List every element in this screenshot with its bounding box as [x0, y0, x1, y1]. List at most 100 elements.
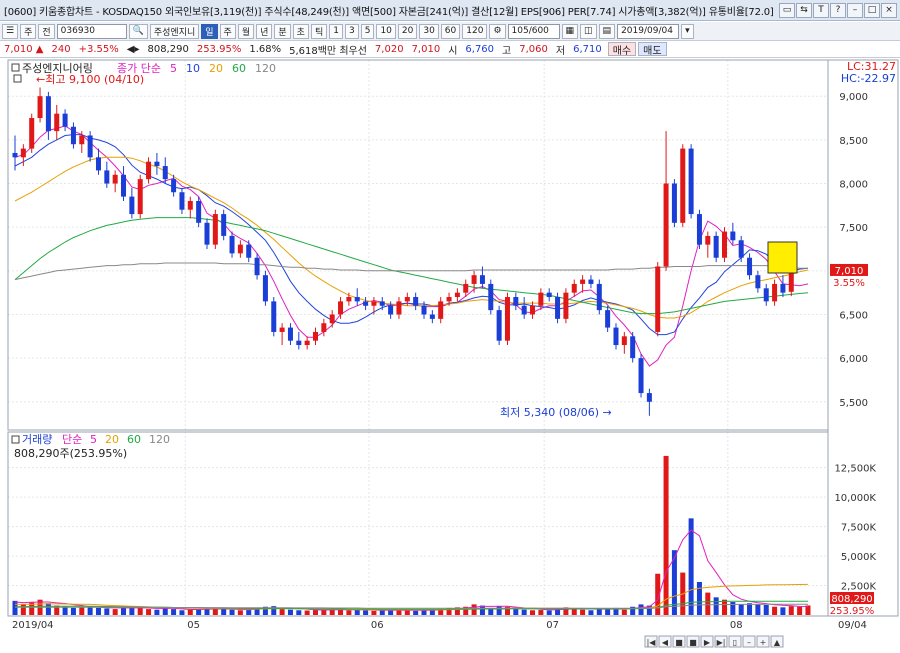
nav-control-icon[interactable]: ▶| [717, 638, 726, 647]
candle-body [379, 301, 385, 306]
interval-30-button[interactable]: 30 [419, 23, 439, 39]
nav-control-icon[interactable]: – [747, 638, 751, 647]
buy-button[interactable]: 매수 [607, 42, 637, 57]
candle-body [371, 301, 377, 306]
text-icon[interactable]: T [813, 2, 829, 18]
ma-legend-20: 20 [209, 62, 223, 75]
candle-body [688, 148, 694, 215]
period-second-button[interactable]: 초 [292, 23, 309, 39]
low-label: 저 [555, 45, 566, 57]
candle-body [329, 314, 335, 324]
candle-body [37, 96, 43, 119]
price-tick-label: 6,500 [839, 310, 868, 321]
volume-bar [204, 608, 210, 615]
candle-body [87, 135, 93, 158]
maximize-icon[interactable]: □ [864, 2, 880, 18]
candle-body [237, 244, 243, 254]
interval-20-button[interactable]: 20 [397, 23, 418, 39]
prev-button[interactable]: 전 [38, 23, 55, 39]
list-icon[interactable]: ☰ [2, 23, 19, 39]
market-select[interactable]: 주 [20, 23, 37, 39]
chart-type-icon[interactable]: ◫ [580, 23, 597, 39]
interval-60-button[interactable]: 60 [440, 23, 461, 39]
help-icon[interactable]: ? [830, 2, 846, 18]
trade-amount: 5,618백만 최우선 [289, 45, 367, 57]
volume-bar [121, 607, 127, 615]
candle-body [705, 235, 711, 245]
volume-ma-legend-5: 5 [90, 433, 97, 446]
volume-bar [763, 604, 769, 615]
candle-body [12, 152, 18, 158]
period-year-button[interactable]: 년 [256, 23, 273, 39]
nav-control-icon[interactable]: |◀ [647, 638, 657, 647]
candle-body [121, 174, 127, 197]
nav-control-icon[interactable]: ■ [689, 638, 697, 647]
volume-bar [45, 603, 51, 615]
sound-icon[interactable]: ◀▸ [123, 44, 144, 55]
period-minute-button[interactable]: 분 [274, 23, 291, 39]
date-input[interactable]: 2019/09/04 [617, 23, 680, 39]
calendar-icon[interactable]: ▤ [598, 23, 616, 39]
period-tick-button[interactable]: 틱 [310, 23, 328, 39]
volume-bar [79, 607, 85, 615]
code-input[interactable]: 036930 [56, 23, 127, 39]
candle-body [780, 283, 786, 293]
nav-control-icon[interactable]: ▲ [774, 638, 781, 647]
candle-body [721, 231, 728, 258]
candle-body [246, 244, 252, 258]
candle-body [755, 275, 761, 289]
interval-5-button[interactable]: 5 [360, 23, 375, 39]
link-icon[interactable]: ⇆ [796, 2, 812, 18]
volume-bar [237, 610, 243, 615]
nav-control-icon[interactable]: ■ [675, 638, 683, 647]
volume-bar [279, 609, 285, 615]
price-change-pct: +3.55% [78, 43, 119, 55]
volume-bar [788, 606, 794, 615]
highlight-box[interactable] [767, 241, 798, 274]
volume-bar [304, 610, 310, 615]
nav-control-icon[interactable]: + [760, 638, 767, 647]
volume-tick-label: 12,500K [834, 464, 876, 475]
search-icon[interactable]: 🔍 [128, 23, 148, 39]
candle-body [421, 305, 427, 315]
candle-body [29, 118, 35, 149]
nav-control-icon[interactable]: ▶ [704, 638, 711, 647]
minimize-icon[interactable]: – [847, 2, 863, 18]
chart-area[interactable]: 5,5006,0006,5007,0007,5008,0008,5009,000… [0, 58, 900, 650]
interval-10-button[interactable]: 10 [376, 23, 396, 39]
volume-bar [571, 609, 577, 615]
candle-body [713, 235, 719, 258]
interval-1-button[interactable]: 1 [329, 23, 343, 39]
volume-tick-label: 10,000K [834, 493, 876, 504]
layout-icon[interactable]: ▭ [779, 2, 795, 18]
view-count-input[interactable]: 105/600 [507, 23, 560, 39]
grid-icon[interactable]: ▦ [561, 23, 579, 39]
volume-bar [513, 609, 519, 615]
open-price: 6,760 [465, 43, 495, 55]
volume-ma-legend-120: 120 [149, 433, 170, 446]
nav-control-icon[interactable]: ▯ [733, 638, 737, 647]
period-month-button[interactable]: 월 [237, 23, 255, 39]
settings-icon[interactable]: ⚙ [489, 23, 506, 39]
nav-control-icon[interactable]: ◀ [662, 638, 669, 647]
candle-body [79, 135, 85, 145]
candle-body [471, 275, 477, 284]
calendar-picker-icon[interactable]: ▾ [681, 23, 694, 39]
volume-bar [580, 609, 586, 615]
stock-chart[interactable]: 5,5006,0006,5007,0007,5008,0008,5009,000… [0, 58, 900, 650]
volume-bar [20, 604, 26, 615]
volume-bar [471, 604, 477, 615]
sell-button[interactable]: 매도 [638, 42, 667, 57]
close-icon[interactable]: × [881, 2, 897, 18]
period-week-button[interactable]: 주 [219, 23, 236, 39]
volume-bar [112, 609, 118, 615]
candle-body [338, 301, 344, 315]
x-axis-label: 08 [730, 620, 743, 631]
volume-value: 808,290 [147, 43, 189, 55]
volume-bar [747, 603, 753, 615]
interval-120-button[interactable]: 120 [462, 23, 488, 39]
candle-body [613, 327, 619, 346]
interval-3-button[interactable]: 3 [344, 23, 359, 39]
stock-name[interactable]: 주성엔지니 [149, 23, 200, 39]
period-day-button[interactable]: 일 [201, 23, 218, 39]
